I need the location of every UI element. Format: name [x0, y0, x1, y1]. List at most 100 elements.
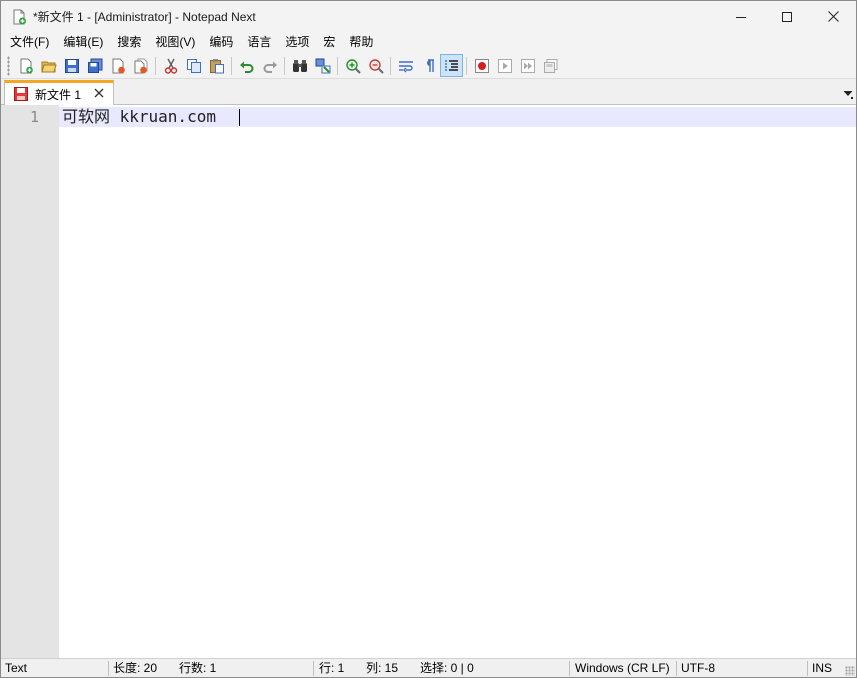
indent-guide-icon [444, 59, 458, 72]
notepad-next-window: *新文件 1 - [Administrator] - Notepad Next … [0, 0, 857, 678]
toolbar-separator [231, 56, 232, 75]
tab-list-button[interactable] [842, 87, 854, 99]
undo-icon [239, 61, 253, 73]
status-language[interactable]: Text [5, 659, 27, 677]
word-wrap-button[interactable] [394, 54, 417, 77]
zoom-in-icon [345, 58, 361, 74]
find-icon [292, 59, 307, 72]
toolbar-separator [155, 56, 156, 75]
window-title: *新文件 1 - [Administrator] - Notepad Next [33, 10, 256, 24]
tab-label: 新文件 1 [35, 87, 82, 102]
text-caret [239, 109, 240, 126]
unsaved-file-icon [13, 86, 29, 102]
text-editor[interactable]: 1 可软网 kkruan.com [1, 105, 856, 658]
resize-grip[interactable] [845, 666, 855, 676]
menu-bar: 文件(F) 编辑(E) 搜索 视图(V) 编码 语言 选项 宏 帮助 [1, 32, 856, 53]
replace-button[interactable] [311, 54, 334, 77]
app-icon [11, 9, 27, 25]
save-icon [64, 58, 79, 73]
zoom-in-button[interactable] [341, 54, 364, 77]
menu-search[interactable]: 搜索 [110, 32, 148, 53]
undo-button[interactable] [235, 54, 258, 77]
new-file-button[interactable] [14, 54, 37, 77]
save-macro-button[interactable] [539, 54, 562, 77]
status-selection: 选择: 0 | 0 [420, 661, 474, 675]
indent-guide-button[interactable] [440, 54, 463, 77]
toolbar-separator [466, 56, 467, 75]
maximize-icon [782, 11, 792, 22]
menu-help[interactable]: 帮助 [342, 32, 380, 53]
status-eol[interactable]: Windows (CR LF) [575, 659, 670, 677]
menu-language[interactable]: 语言 [240, 32, 278, 53]
play-macro-button[interactable] [493, 54, 516, 77]
toolbar-separator [337, 56, 338, 75]
tab-bar: 新文件 1 [1, 79, 856, 105]
status-divider [108, 661, 109, 676]
line-number-gutter[interactable]: 1 [1, 105, 59, 658]
record-macro-icon [474, 58, 489, 73]
close-icon [827, 11, 839, 22]
tab-new-file-1[interactable]: 新文件 1 [4, 80, 114, 105]
status-divider [676, 661, 677, 676]
status-bar: Text 长度: 20 行数: 1 行: 1 列: 15 选择: 0 | 0 W… [1, 658, 856, 677]
status-divider [313, 661, 314, 676]
play-macro-icon [497, 58, 512, 73]
menu-macro[interactable]: 宏 [316, 32, 342, 53]
toolbar-separator [390, 56, 391, 75]
editor-line-text[interactable]: 可软网 kkruan.com [62, 107, 216, 127]
copy-icon [186, 58, 201, 73]
menu-view[interactable]: 视图(V) [148, 32, 202, 53]
cut-button[interactable] [159, 54, 182, 77]
open-file-button[interactable] [37, 54, 60, 77]
toolbar-grip[interactable] [7, 55, 10, 76]
open-file-icon [40, 61, 57, 72]
save-button[interactable] [60, 54, 83, 77]
toolbar [1, 53, 856, 79]
zoom-out-button[interactable] [364, 54, 387, 77]
window-controls [718, 1, 856, 32]
save-all-icon [87, 58, 102, 73]
close-file-button[interactable] [106, 54, 129, 77]
line-number: 1 [29, 108, 39, 126]
cut-icon [164, 58, 177, 74]
status-insert-mode[interactable]: INS [812, 659, 832, 677]
run-macro-multiple-button[interactable] [516, 54, 539, 77]
status-line: 行: 1 [319, 661, 345, 675]
tab-close-button[interactable] [93, 87, 105, 99]
run-macro-multiple-icon [520, 58, 535, 73]
close-icon [94, 88, 104, 98]
close-all-icon [134, 58, 147, 73]
replace-icon [315, 58, 330, 73]
menu-edit[interactable]: 编辑(E) [56, 32, 110, 53]
save-macro-icon [543, 58, 557, 73]
toolbar-separator [284, 56, 285, 75]
word-wrap-icon [398, 60, 413, 72]
menu-settings[interactable]: 选项 [278, 32, 316, 53]
record-macro-button[interactable] [470, 54, 493, 77]
status-divider [569, 661, 570, 676]
chevron-down-icon [843, 91, 853, 99]
show-all-characters-icon [426, 58, 434, 72]
menu-encoding[interactable]: 编码 [202, 32, 240, 53]
minimize-icon [736, 16, 746, 18]
show-all-characters-button[interactable] [417, 54, 440, 77]
redo-icon [263, 61, 277, 73]
status-line-count: 行数: 1 [179, 661, 217, 675]
copy-button[interactable] [182, 54, 205, 77]
paste-icon [209, 58, 224, 73]
close-window-button[interactable] [810, 1, 856, 32]
status-encoding[interactable]: UTF-8 [681, 659, 715, 677]
redo-button[interactable] [258, 54, 281, 77]
maximize-button[interactable] [764, 1, 810, 32]
close-all-button[interactable] [129, 54, 152, 77]
new-file-icon [20, 58, 33, 73]
minimize-button[interactable] [718, 1, 764, 32]
save-all-button[interactable] [83, 54, 106, 77]
status-column: 列: 15 [366, 661, 399, 675]
paste-button[interactable] [205, 54, 228, 77]
zoom-out-icon [368, 58, 384, 74]
menu-file[interactable]: 文件(F) [3, 32, 56, 53]
title-bar: *新文件 1 - [Administrator] - Notepad Next [1, 1, 856, 32]
status-divider [807, 661, 808, 676]
find-button[interactable] [288, 54, 311, 77]
